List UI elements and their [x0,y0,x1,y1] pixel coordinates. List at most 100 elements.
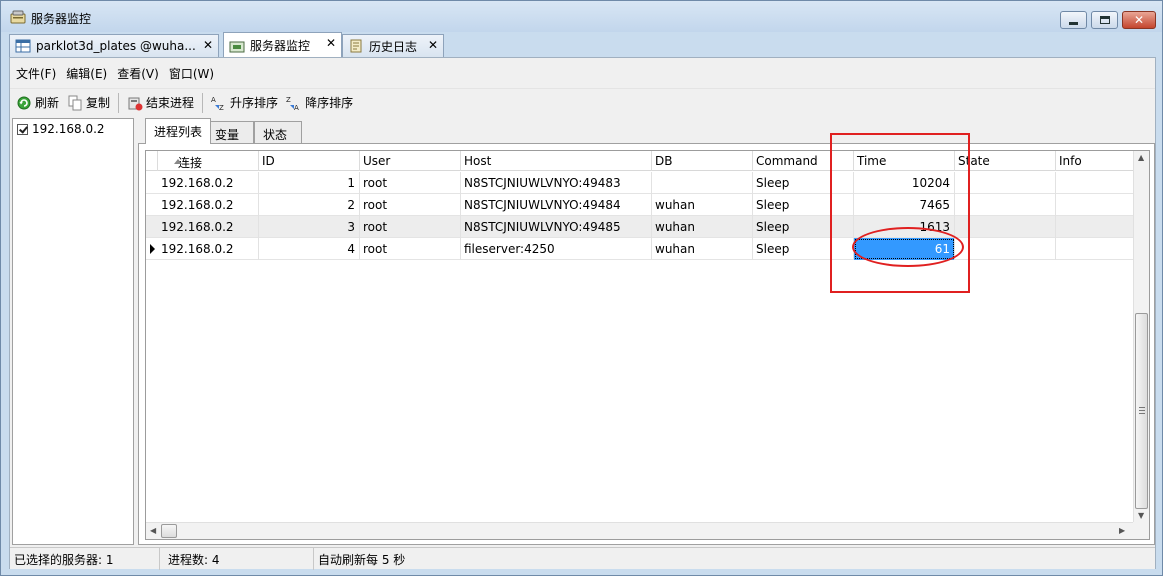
cell-user[interactable]: root [360,172,461,194]
sort-descending-label: 降序排序 [305,96,354,110]
cell-host[interactable]: fileserver:4250 [461,238,652,260]
cell-host[interactable]: N8STCJNIUWLVNYO:49483 [461,172,652,194]
close-tab-icon[interactable]: ✕ [326,36,336,50]
kill-process-label: 结束进程 [146,96,195,110]
menu-file[interactable]: 文件(F) [16,65,56,82]
column-header-connection[interactable]: 连接 [158,151,259,171]
history-log-icon [350,39,362,53]
cell-id[interactable]: 1 [259,172,360,194]
cell-db[interactable]: wuhan [652,194,753,216]
menu-bar: 文件(F) 编辑(E) 查看(V) 窗口(W) [10,58,1155,88]
refresh-button[interactable]: 刷新 [16,94,59,111]
vertical-scroll-thumb[interactable] [1135,313,1148,509]
toolbar: 刷新 复制 结束进程 A Z 升序排序 Z A 降序排序 [10,88,1155,116]
scroll-right-icon[interactable]: ▶ [1119,526,1125,535]
cell-connection[interactable]: 192.168.0.2 [158,238,259,260]
menu-edit[interactable]: 编辑(E) [66,65,107,82]
cell-host[interactable]: N8STCJNIUWLVNYO:49485 [461,216,652,238]
process-list-panel: 连接 ID User Host DB Command Time State In… [138,143,1155,545]
column-header-host[interactable]: Host [461,151,652,171]
cell-user[interactable]: root [360,238,461,260]
cell-id[interactable]: 4 [259,238,360,260]
row-indicator[interactable] [146,194,158,216]
close-tab-icon[interactable]: ✕ [428,38,438,52]
menu-view[interactable]: 查看(V) [117,65,159,82]
column-header-state[interactable]: State [955,151,1056,171]
close-tab-icon[interactable]: ✕ [203,38,213,52]
server-checkbox[interactable] [17,123,28,135]
tab-variables[interactable]: 变量 [206,121,254,143]
tab-parklot3d-plates[interactable]: parklot3d_plates @wuha... ✕ [9,34,219,57]
tab-label: parklot3d_plates @wuha... [36,39,196,53]
tab-history-log[interactable]: 历史日志 ✕ [342,34,444,57]
maximize-button[interactable] [1091,11,1118,29]
row-indicator[interactable] [146,172,158,194]
cell-state[interactable] [955,194,1056,216]
table-row[interactable]: 192.168.0.2 1 root N8STCJNIUWLVNYO:49483… [146,172,1134,194]
table-row[interactable]: 192.168.0.2 2 root N8STCJNIUWLVNYO:49484… [146,194,1134,216]
column-header-db[interactable]: DB [652,151,753,171]
server-list: 192.168.0.2 [12,118,134,545]
cell-state[interactable] [955,172,1056,194]
cell-host[interactable]: N8STCJNIUWLVNYO:49484 [461,194,652,216]
column-header-user[interactable]: User [360,151,461,171]
sort-ascending-label: 升序排序 [230,96,279,110]
svg-text:A: A [294,104,299,111]
tab-server-monitor[interactable]: 服务器监控 ✕ [223,32,342,58]
process-pane: 进程列表 变量 状态 连接 ID User Host DB Command Ti… [138,118,1155,545]
horizontal-scroll-thumb[interactable] [161,524,177,538]
cell-info[interactable] [1056,238,1134,260]
cell-user[interactable]: root [360,216,461,238]
column-header-info[interactable]: Info [1056,151,1134,171]
cell-db[interactable]: wuhan [652,216,753,238]
cell-id[interactable]: 2 [259,194,360,216]
cell-connection[interactable]: 192.168.0.2 [158,172,259,194]
annotation-highlight-rectangle [830,133,970,293]
sort-ascending-button[interactable]: A Z 升序排序 [211,94,278,111]
cell-info[interactable] [1056,172,1134,194]
cell-db[interactable]: wuhan [652,238,753,260]
server-name: 192.168.0.2 [32,122,105,136]
row-indicator[interactable] [146,238,158,260]
status-auto-refresh: 自动刷新每 5 秒 [318,553,406,567]
tab-status[interactable]: 状态 [254,121,302,143]
copy-label: 复制 [86,96,111,110]
cell-state[interactable] [955,238,1056,260]
column-header-id[interactable]: ID [259,151,360,171]
menu-window[interactable]: 窗口(W) [169,65,214,82]
sort-descending-icon: Z A [286,96,299,111]
current-row-pointer-icon [150,244,155,254]
scroll-up-icon[interactable]: ▲ [1138,153,1144,162]
row-indicator[interactable] [146,216,158,238]
cell-user[interactable]: root [360,194,461,216]
cell-connection[interactable]: 192.168.0.2 [158,194,259,216]
copy-button[interactable]: 复制 [67,94,110,111]
tab-label: 服务器监控 [250,39,311,53]
copy-icon [68,95,82,110]
server-monitor-icon [229,41,245,52]
server-item[interactable]: 192.168.0.2 [17,122,105,136]
minimize-button[interactable] [1060,11,1087,29]
cell-info[interactable] [1056,194,1134,216]
toolbar-separator [118,92,120,113]
refresh-icon [17,96,31,109]
sort-descending-button[interactable]: Z A 降序排序 [286,94,353,111]
tab-process-list[interactable]: 进程列表 [145,118,212,144]
table-row-current[interactable]: 192.168.0.2 4 root fileserver:4250 wuhan… [146,238,1134,260]
status-bar: 已选择的服务器: 1 进程数: 4 自动刷新每 5 秒 [10,547,1155,570]
cell-info[interactable] [1056,216,1134,238]
kill-process-button[interactable]: 结束进程 [127,94,194,111]
title-bar[interactable]: 服务器监控 ✕ [1,1,1162,32]
kill-process-icon [128,97,143,110]
horizontal-scrollbar[interactable]: ◀ ▶ [146,522,1134,539]
cell-db[interactable] [652,172,753,194]
cell-connection[interactable]: 192.168.0.2 [158,216,259,238]
scroll-down-icon[interactable]: ▼ [1138,511,1144,520]
close-window-button[interactable]: ✕ [1122,11,1156,29]
refresh-label: 刷新 [35,96,60,110]
vertical-scrollbar[interactable]: ▲ ▼ [1133,151,1149,523]
scroll-left-icon[interactable]: ◀ [150,526,156,535]
table-row[interactable]: 192.168.0.2 3 root N8STCJNIUWLVNYO:49485… [146,216,1134,238]
cell-state[interactable] [955,216,1056,238]
cell-id[interactable]: 3 [259,216,360,238]
